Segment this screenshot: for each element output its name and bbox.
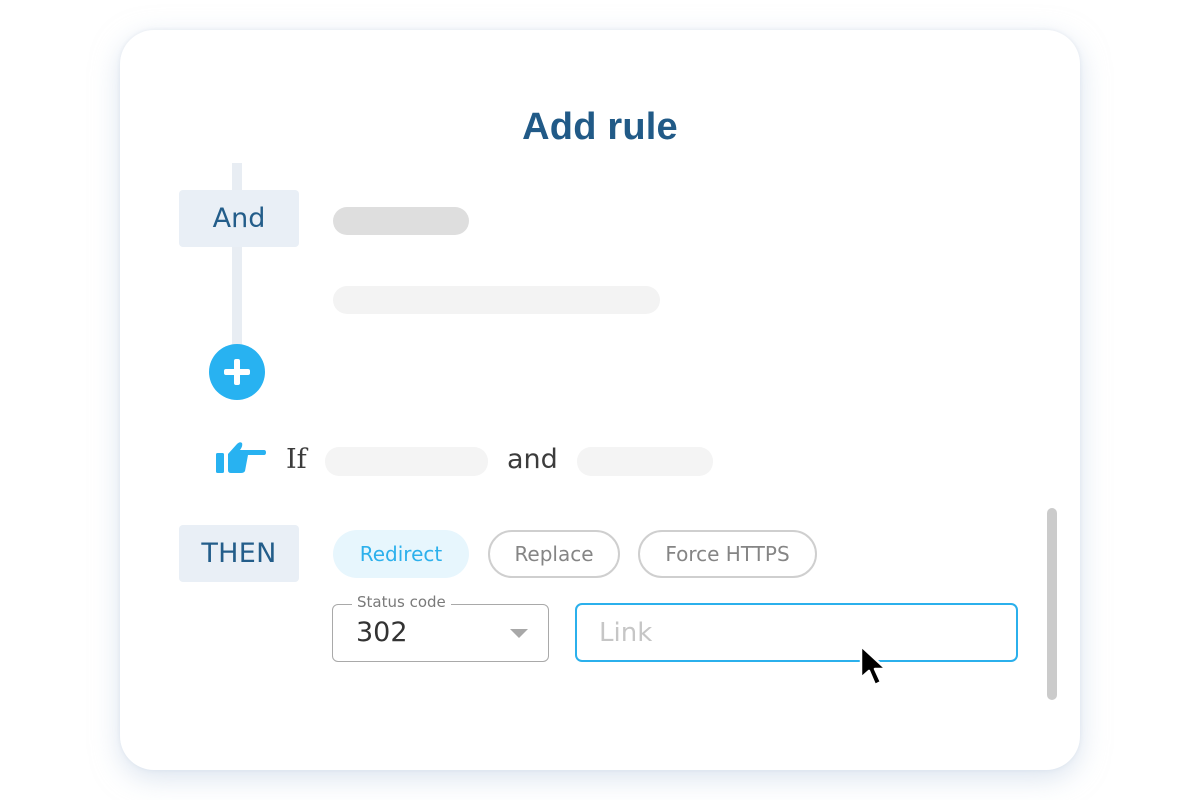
and-label: and bbox=[507, 444, 558, 475]
status-code-value: 302 bbox=[356, 617, 408, 648]
condition-placeholder-primary bbox=[333, 207, 469, 235]
then-tag: THEN bbox=[179, 525, 299, 582]
and-condition-field[interactable] bbox=[577, 447, 713, 476]
link-input[interactable] bbox=[575, 603, 1018, 662]
and-operator-tag[interactable]: And bbox=[179, 190, 299, 247]
vertical-scrollbar[interactable] bbox=[1047, 508, 1057, 700]
if-condition-field[interactable] bbox=[325, 447, 488, 476]
action-chip-redirect[interactable]: Redirect bbox=[333, 530, 469, 578]
pointing-hand-icon bbox=[216, 442, 266, 473]
condition-placeholder-secondary bbox=[333, 286, 660, 314]
if-label: If bbox=[286, 444, 307, 475]
caret-down-icon bbox=[510, 629, 528, 638]
status-code-label: Status code bbox=[352, 593, 451, 611]
add-condition-button[interactable] bbox=[209, 344, 265, 400]
action-chip-force-https[interactable]: Force HTTPS bbox=[638, 530, 817, 578]
dialog-title: Add rule bbox=[522, 106, 678, 148]
status-code-select[interactable]: Status code 302 bbox=[332, 593, 549, 662]
action-chip-replace[interactable]: Replace bbox=[488, 530, 620, 578]
mouse-cursor-icon bbox=[859, 644, 888, 687]
